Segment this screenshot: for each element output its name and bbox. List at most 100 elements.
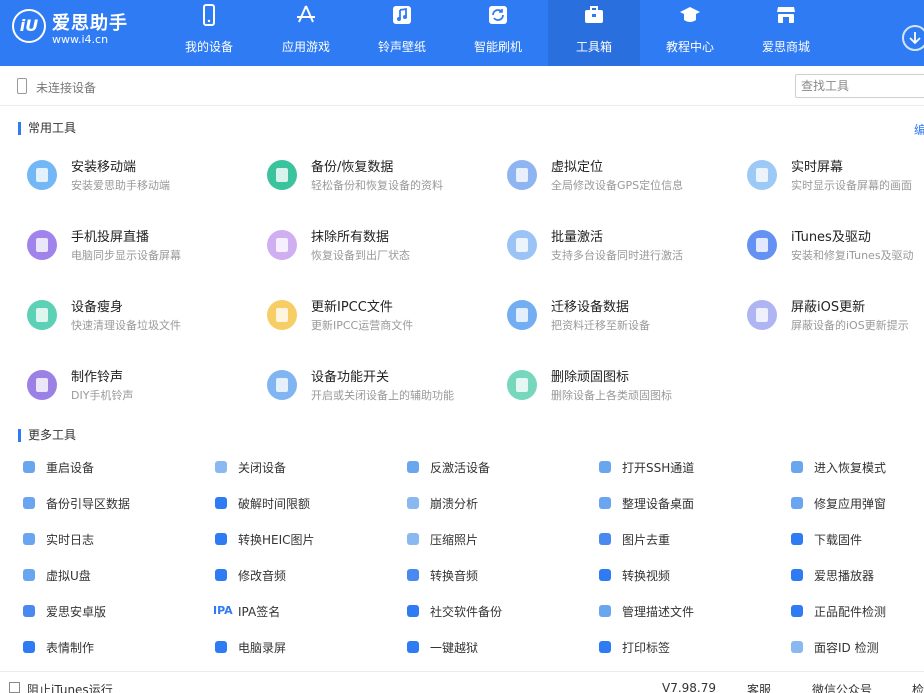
more-tool-dedup[interactable]: 图片去重 bbox=[597, 530, 777, 548]
more-tool-backup-boot[interactable]: 备份引导区数据 bbox=[21, 494, 201, 512]
location-pin-icon bbox=[507, 160, 537, 190]
block-update-icon bbox=[747, 300, 777, 330]
more-tool-fix-popup[interactable]: 修复应用弹窗 bbox=[789, 494, 924, 512]
nav-smart-flash[interactable]: 智能刷机 bbox=[452, 0, 544, 66]
site-url: www.i4.cn bbox=[52, 33, 109, 46]
more-tool-label: 重启设备 bbox=[46, 461, 95, 475]
more-tool-label: 正品配件检测 bbox=[814, 605, 887, 619]
refresh-icon bbox=[489, 6, 507, 24]
more-tool-firmware[interactable]: 下载固件 bbox=[789, 530, 924, 548]
tool-ringtone[interactable]: 制作铃声 DIY手机铃声 bbox=[25, 366, 265, 406]
tool-description: 安装爱思助手移动端 bbox=[71, 179, 170, 192]
tool-description: 安装和修复iTunes及驱动 bbox=[791, 249, 914, 262]
more-tool-video-convert[interactable]: 转换视频 bbox=[597, 566, 777, 584]
more-tool-label: 面容ID 检测 bbox=[814, 641, 879, 655]
more-tool-crash[interactable]: 崩溃分析 bbox=[405, 494, 585, 512]
more-tool-audio-convert[interactable]: 转换音频 bbox=[405, 566, 585, 584]
tool-screens[interactable]: 实时屏幕 实时显示设备屏幕的画面 bbox=[745, 156, 924, 196]
more-tool-grid[interactable]: 整理设备桌面 bbox=[597, 494, 777, 512]
block-itunes-checkbox[interactable] bbox=[9, 682, 20, 693]
common-tools-title: 常用工具 bbox=[18, 122, 76, 135]
tool-migrate[interactable]: 迁移设备数据 把资料迁移至新设备 bbox=[505, 296, 745, 336]
backup-boot-icon bbox=[23, 497, 35, 509]
tool-phone-cast[interactable]: 手机投屏直播 电脑同步显示设备屏幕 bbox=[25, 226, 265, 266]
more-tool-label: 爱思安卓版 bbox=[46, 605, 107, 619]
more-tool-label: 崩溃分析 bbox=[430, 497, 479, 511]
version-text: V7.98.79 bbox=[662, 681, 717, 693]
nav-shop[interactable]: 爱思商城 bbox=[740, 0, 832, 66]
unlock-icon bbox=[407, 641, 419, 653]
tool-title: 手机投屏直播 bbox=[71, 230, 150, 245]
nav-apps-games[interactable]: 应用游戏 bbox=[260, 0, 352, 66]
block-itunes-label[interactable]: 阻止iTunes运行 bbox=[27, 681, 113, 693]
more-tool-label: IPA签名 bbox=[238, 605, 281, 619]
tool-location-pin[interactable]: 虚拟定位 全局修改设备GPS定位信息 bbox=[505, 156, 745, 196]
more-tool-clock[interactable]: 破解时间限额 bbox=[213, 494, 393, 512]
more-tool-label: 图片去重 bbox=[622, 533, 671, 547]
more-tool-label: 管理描述文件 bbox=[622, 605, 695, 619]
more-tool-label: 虚拟U盘 bbox=[46, 569, 91, 583]
tool-trash[interactable]: 删除顽固图标 删除设备上各类顽固图标 bbox=[505, 366, 745, 406]
itunes-icon bbox=[747, 230, 777, 260]
tool-description: 开启或关闭设备上的辅助功能 bbox=[311, 389, 454, 402]
tool-broom[interactable]: 设备瘦身 快速清理设备垃圾文件 bbox=[25, 296, 265, 336]
nav-my-device[interactable]: 我的设备 bbox=[163, 0, 255, 66]
tool-layers[interactable]: 备份/恢复数据 轻松备份和恢复设备的资料 bbox=[265, 156, 505, 196]
tool-description: 屏蔽设备的iOS更新提示 bbox=[791, 319, 909, 332]
nav-tutorials[interactable]: 教程中心 bbox=[644, 0, 736, 66]
more-tool-face-id[interactable]: 面容ID 检测 bbox=[789, 638, 924, 656]
nav-toolbox[interactable]: 工具箱 bbox=[548, 0, 640, 66]
more-tool-label: 打开SSH通道 bbox=[622, 461, 695, 475]
tool-title: 迁移设备数据 bbox=[551, 300, 630, 315]
edit-common-tools-link[interactable]: 编 bbox=[914, 121, 924, 138]
more-tool-deactivate[interactable]: 反激活设备 bbox=[405, 458, 585, 476]
check-update-link[interactable]: 检 bbox=[912, 681, 924, 693]
tool-description: 快速清理设备垃圾文件 bbox=[71, 319, 181, 332]
more-tool-android[interactable]: 爱思安卓版 bbox=[21, 602, 201, 620]
more-tool-ipa[interactable]: IPA IPA签名 bbox=[213, 602, 393, 620]
tool-title: 实时屏幕 bbox=[791, 160, 844, 175]
more-tool-social-backup[interactable]: 社交软件备份 bbox=[405, 602, 585, 620]
more-tool-recovery[interactable]: 进入恢复模式 bbox=[789, 458, 924, 476]
more-tool-power[interactable]: 关闭设备 bbox=[213, 458, 393, 476]
sliders-icon bbox=[267, 370, 297, 400]
more-tool-convert-image[interactable]: 转换HEIC图片 bbox=[213, 530, 393, 548]
tool-stack[interactable]: 批量激活 支持多台设备同时进行激活 bbox=[505, 226, 745, 266]
tool-i4-logo[interactable]: 安装移动端 安装爱思助手移动端 bbox=[25, 156, 265, 196]
download-manager-button[interactable] bbox=[902, 25, 924, 51]
music-note-icon bbox=[393, 6, 411, 24]
app-store-icon bbox=[297, 5, 315, 23]
more-tool-profile[interactable]: 管理描述文件 bbox=[597, 602, 777, 620]
more-tool-label: 进入恢复模式 bbox=[814, 461, 887, 475]
more-tool-ssh[interactable]: 打开SSH通道 bbox=[597, 458, 777, 476]
more-tool-print[interactable]: 打印标签 bbox=[597, 638, 777, 656]
more-tool-photo[interactable]: 压缩照片 bbox=[405, 530, 585, 548]
more-tools-title: 更多工具 bbox=[18, 429, 76, 442]
tool-eraser[interactable]: 抹除所有数据 恢复设备到出厂状态 bbox=[265, 226, 505, 266]
tool-title: 备份/恢复数据 bbox=[311, 160, 394, 175]
more-tool-audio-edit[interactable]: 修改音频 bbox=[213, 566, 393, 584]
tool-itunes[interactable]: iTunes及驱动 安装和修复iTunes及驱动 bbox=[745, 226, 924, 266]
customer-service-link[interactable]: 客服 bbox=[747, 681, 771, 693]
ringtone-icon bbox=[27, 370, 57, 400]
video-convert-icon bbox=[599, 569, 611, 581]
more-tool-unlock[interactable]: 一键越狱 bbox=[405, 638, 585, 656]
more-tool-emoji[interactable]: 表情制作 bbox=[21, 638, 201, 656]
tool-block-update[interactable]: 屏蔽iOS更新 屏蔽设备的iOS更新提示 bbox=[745, 296, 924, 336]
emoji-icon bbox=[23, 641, 35, 653]
tool-folder-ipcc[interactable]: 更新IPCC文件 更新IPCC运营商文件 bbox=[265, 296, 505, 336]
search-tools-input[interactable] bbox=[795, 74, 924, 98]
more-tool-accessory[interactable]: 正品配件检测 bbox=[789, 602, 924, 620]
more-tool-label: 整理设备桌面 bbox=[622, 497, 695, 511]
tool-sliders[interactable]: 设备功能开关 开启或关闭设备上的辅助功能 bbox=[265, 366, 505, 406]
more-tool-player[interactable]: 爱思播放器 bbox=[789, 566, 924, 584]
nav-ringtones-wallpapers[interactable]: 铃声壁纸 bbox=[356, 0, 448, 66]
i4-logo[interactable]: iU bbox=[12, 9, 46, 43]
more-tool-usb[interactable]: 虚拟U盘 bbox=[21, 566, 201, 584]
more-tool-log[interactable]: 实时日志 bbox=[21, 530, 201, 548]
wechat-link[interactable]: 微信公众号 bbox=[812, 681, 872, 693]
more-tool-label: 关闭设备 bbox=[238, 461, 287, 475]
more-tool-record[interactable]: 电脑录屏 bbox=[213, 638, 393, 656]
more-tool-label: 压缩照片 bbox=[430, 533, 479, 547]
more-tool-restart[interactable]: 重启设备 bbox=[21, 458, 201, 476]
